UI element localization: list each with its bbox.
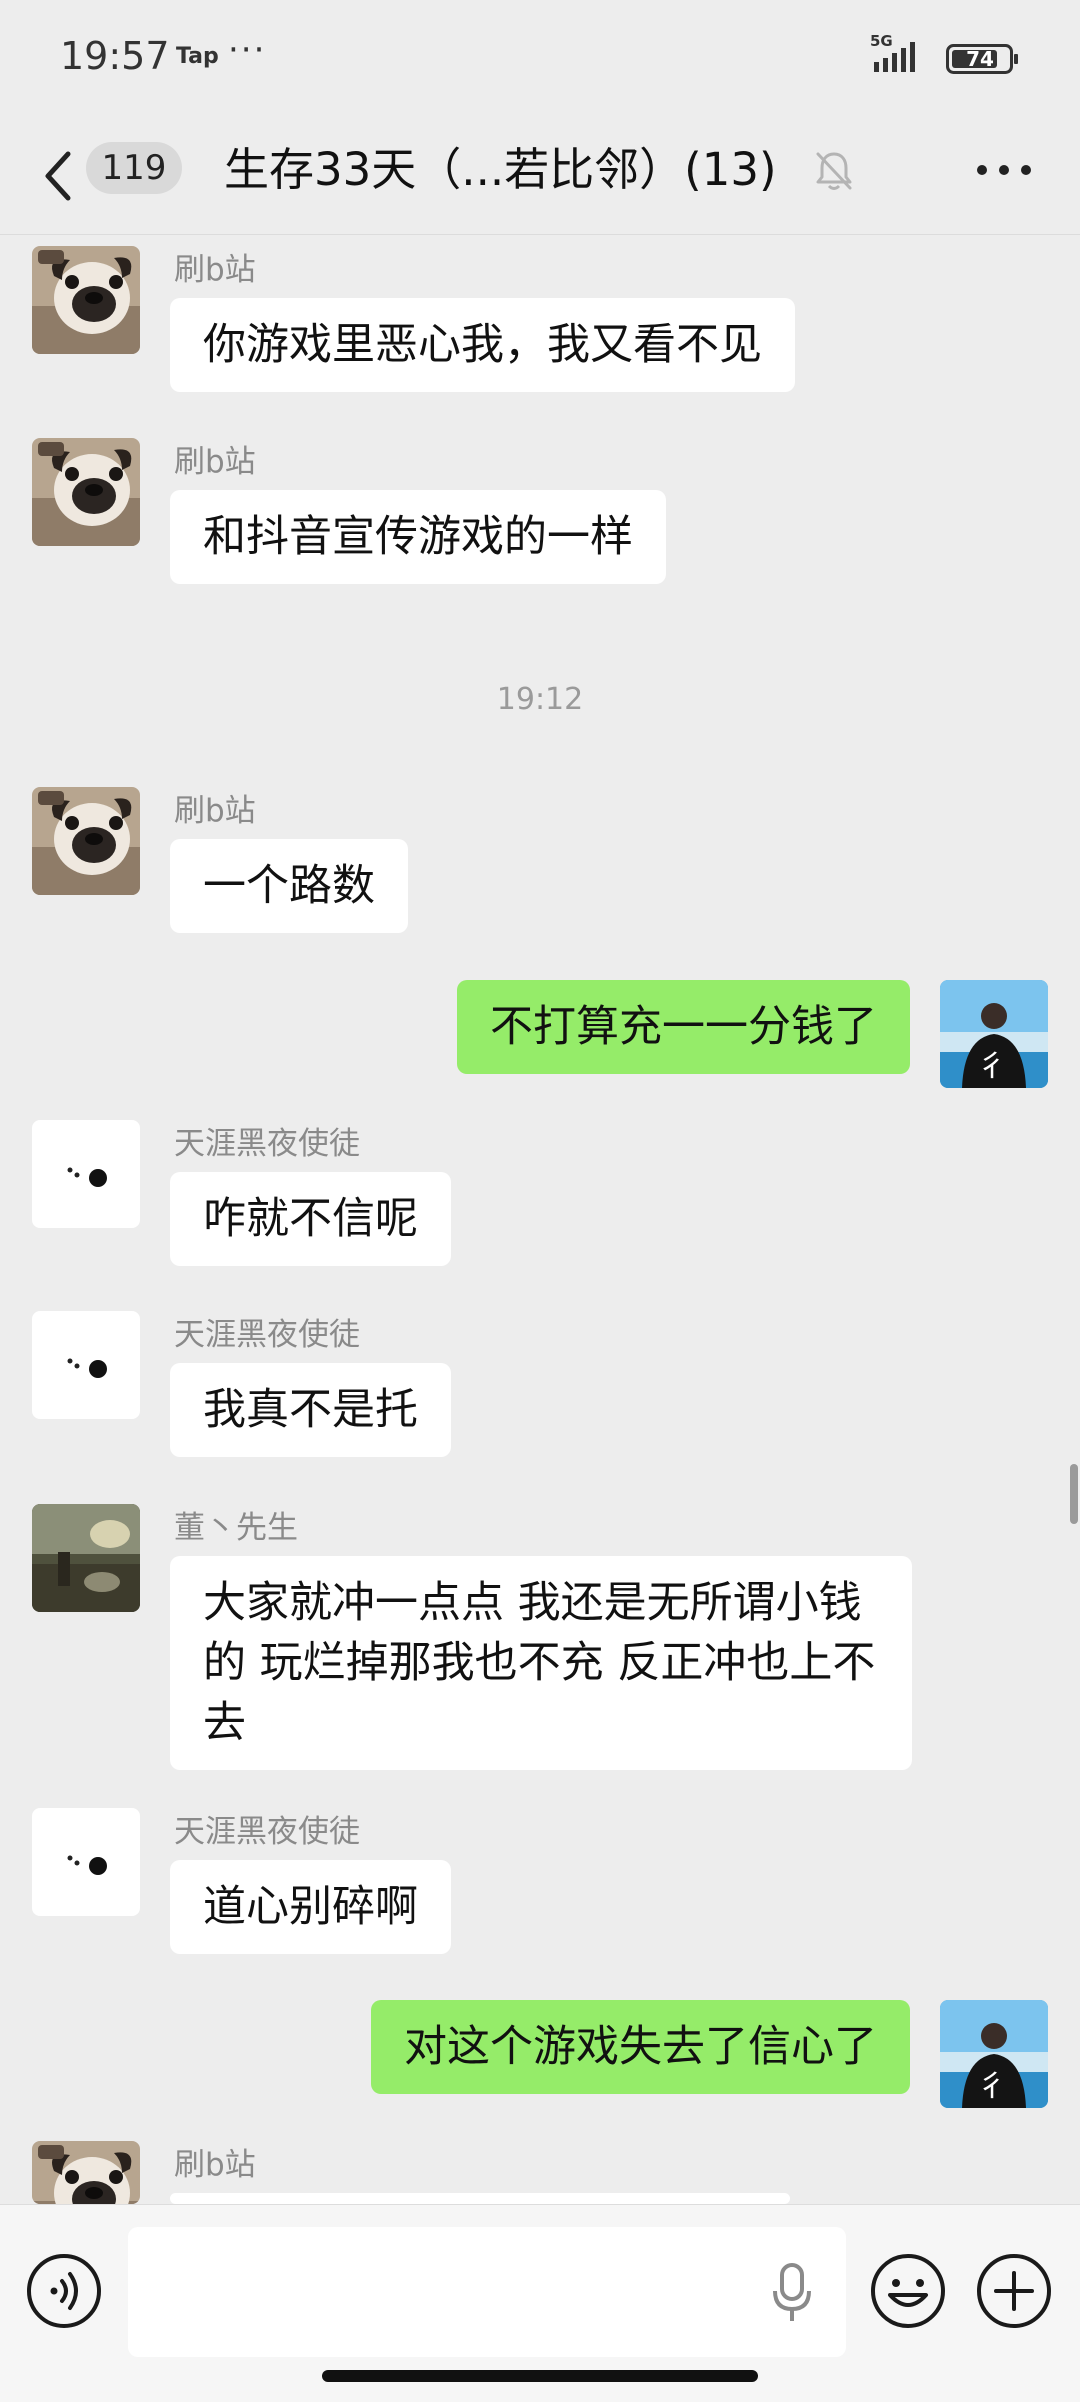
sender-name: 天涯黑夜使徒: [174, 1814, 360, 1850]
message-timestamp: 19:12: [496, 682, 584, 717]
plus-button[interactable]: [974, 2251, 1054, 2331]
self-avatar[interactable]: [940, 980, 1048, 1088]
sender-name: 刷b站: [174, 252, 256, 288]
status-time: 19:57: [60, 34, 170, 78]
input-bar: [0, 2204, 1080, 2402]
more-button[interactable]: [972, 142, 1036, 198]
pug-avatar-image: [32, 2141, 140, 2204]
message-input[interactable]: [128, 2227, 846, 2357]
avatar[interactable]: [32, 1808, 140, 1916]
battery-level: 74: [966, 47, 994, 71]
self-avatar-image: [940, 980, 1048, 1088]
chat-header: 119 生存33天（...若比邻）(13): [0, 118, 1080, 235]
status-more-dots: ···: [228, 30, 267, 70]
landscape-avatar-image: [32, 1504, 140, 1612]
plus-icon: [977, 2254, 1051, 2328]
message-bubble-outgoing[interactable]: 对这个游戏失去了信心了: [371, 2000, 910, 2094]
avatar[interactable]: [32, 1311, 140, 1419]
emoji-icon: [871, 2254, 945, 2328]
status-app-label: Tap: [176, 44, 219, 69]
message-bubble-outgoing[interactable]: 不打算充一一分钱了: [457, 980, 910, 1074]
back-button[interactable]: [38, 148, 82, 204]
dots-avatar-image: [32, 1120, 140, 1228]
sender-name: 刷b站: [174, 444, 256, 480]
message-bubble[interactable]: [170, 2193, 790, 2204]
emoji-button[interactable]: [868, 2251, 948, 2331]
more-dots-icon: [977, 165, 1031, 175]
scrollbar[interactable]: [1070, 1464, 1078, 1524]
message-bubble[interactable]: 你游戏里恶心我，我又看不见: [170, 298, 795, 392]
home-indicator[interactable]: [322, 2370, 758, 2382]
mic-icon[interactable]: [770, 2261, 814, 2325]
avatar[interactable]: [32, 787, 140, 895]
sender-name: 刷b站: [174, 793, 256, 829]
pug-avatar-image: [32, 246, 140, 354]
voice-button[interactable]: [24, 2251, 104, 2331]
dots-avatar-image: [32, 1311, 140, 1419]
sender-name: 天涯黑夜使徒: [174, 1126, 360, 1162]
avatar[interactable]: [32, 1504, 140, 1612]
signal-icon: 5G: [868, 32, 936, 76]
avatar[interactable]: [32, 438, 140, 546]
message-bubble[interactable]: 道心别碎啊: [170, 1860, 451, 1954]
chevron-left-icon: [45, 151, 71, 201]
message-bubble[interactable]: 一个路数: [170, 839, 408, 933]
network-type: 5G: [870, 32, 893, 50]
voice-icon: [27, 2254, 101, 2328]
status-bar: 19:57 Tap ··· 5G 74: [0, 0, 1080, 118]
sender-name: 天涯黑夜使徒: [174, 1317, 360, 1353]
bell-muted-icon: [812, 148, 856, 192]
battery-icon: 74: [946, 44, 1020, 74]
chat-title[interactable]: 生存33天（...若比邻）(13): [224, 140, 777, 200]
self-avatar[interactable]: [940, 2000, 1048, 2108]
pug-avatar-image: [32, 787, 140, 895]
self-avatar-image: [940, 2000, 1048, 2108]
sender-name: 刷b站: [174, 2147, 256, 2183]
avatar[interactable]: [32, 1120, 140, 1228]
avatar[interactable]: [32, 2141, 140, 2204]
message-bubble[interactable]: 和抖音宣传游戏的一样: [170, 490, 666, 584]
avatar[interactable]: [32, 246, 140, 354]
unread-count-badge[interactable]: 119: [86, 142, 182, 194]
dots-avatar-image: [32, 1808, 140, 1916]
message-bubble[interactable]: 咋就不信呢: [170, 1172, 451, 1266]
message-bubble[interactable]: 我真不是托: [170, 1363, 451, 1457]
sender-name: 董丶先生: [174, 1510, 298, 1546]
message-bubble[interactable]: 大家就冲一点点 我还是无所谓小钱的 玩烂掉那我也不充 反正冲也上不去: [170, 1556, 912, 1770]
pug-avatar-image: [32, 438, 140, 546]
